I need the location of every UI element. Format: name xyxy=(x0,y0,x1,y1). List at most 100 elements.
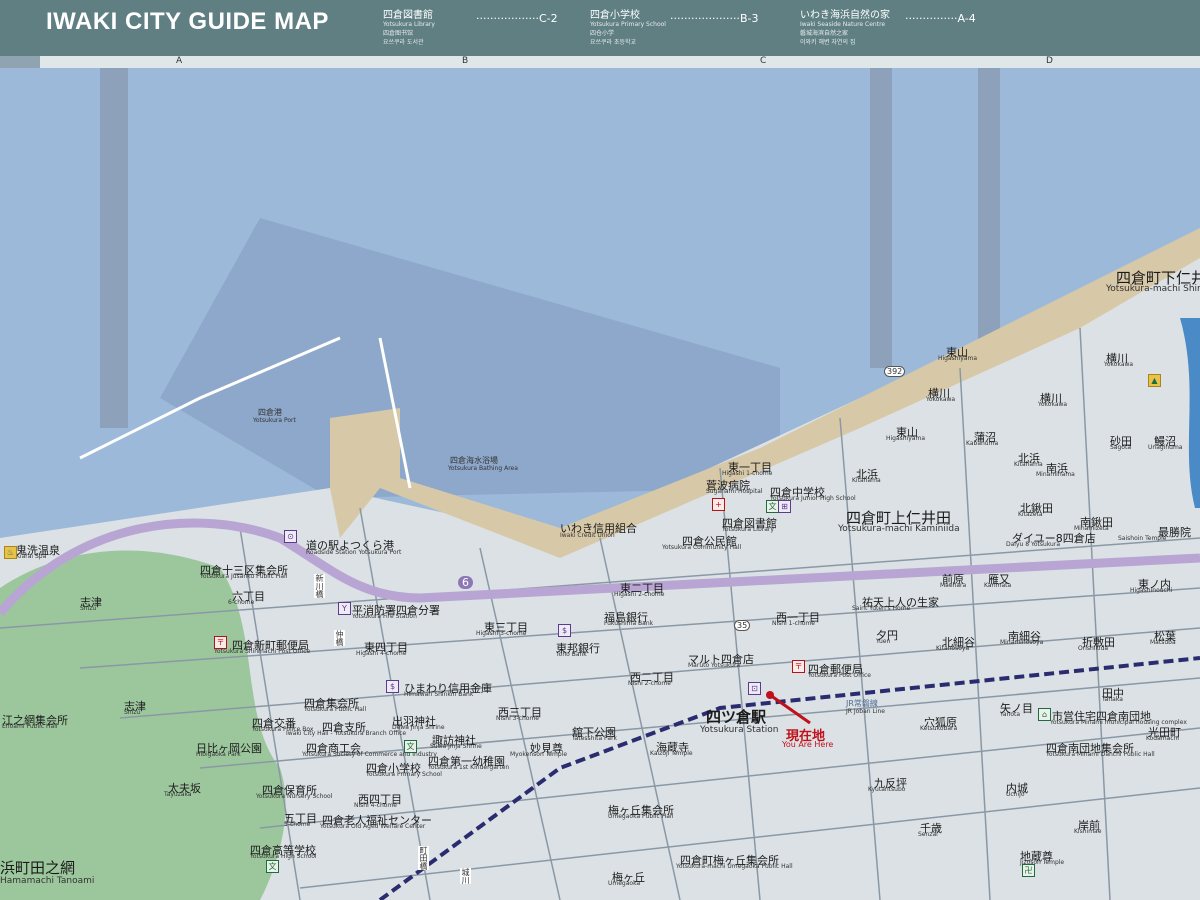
grid-column-b: B xyxy=(462,56,469,66)
tanaka-label-en: Tanaka xyxy=(1102,696,1123,703)
kyutantsubo-label-en: Kyutantsubo xyxy=(868,786,906,793)
kiarai-spa-label-en: Kiarai Spa xyxy=(16,553,47,560)
nishi2-label-en: Nishi 2-chome xyxy=(628,680,671,687)
lodge-icon: ▲ xyxy=(1148,374,1161,387)
fukushima-bank-label-en: Fukushima Bank xyxy=(604,620,654,627)
nursery-label-en: Yotsukura Nursery School xyxy=(256,793,333,800)
housing-icon: ⌂ xyxy=(1038,708,1051,721)
himawari-label-en: Himawari Shinkin Bank xyxy=(404,691,474,698)
daiyu-label-en: Daiyu 8 Yotsukura xyxy=(1006,541,1061,548)
toho-bank-label-en: Toho Bank xyxy=(556,651,587,658)
kishimae-label-en: Kishimae xyxy=(1074,828,1102,835)
umegaoka-label-en: Umegaoka xyxy=(608,880,641,887)
map-area: 6 392 35 四倉港 Yotsukura Port 四倉海水浴場 Yotsu… xyxy=(0,68,1200,900)
route-392-marker: 392 xyxy=(884,366,906,377)
you-are-here-label-en: You Are Here xyxy=(782,740,834,749)
naka-bridge-label: 仲橋 xyxy=(334,630,345,646)
reflection-pole-2 xyxy=(870,68,892,368)
yokokawa-label-en: Yokokawa xyxy=(1104,361,1134,368)
kitahama2-label-en: Kitahama xyxy=(1014,461,1043,468)
bank-icon: $ xyxy=(386,680,399,693)
post-office-main-icon: 〒 xyxy=(792,660,805,673)
enoami-hall-label-en: Enoami Public Hall xyxy=(2,723,58,730)
station-icon: ⊡ xyxy=(748,682,761,695)
kaminiida-label-en: Yotsukura-machi Kaminiida xyxy=(838,524,960,534)
nishi3-label-en: Nishi 3-chome xyxy=(496,715,539,722)
maehara-label-en: Maehara xyxy=(940,582,967,589)
reflection-pole xyxy=(100,68,128,428)
yuen-label-en: Yuen xyxy=(876,638,891,645)
roadside-station-label-en: Roadside Station Yotsukura Port xyxy=(306,549,402,556)
branch-office-label-en: Iwaki City Hall - Yotsukura Branch Offic… xyxy=(286,730,407,737)
map-header: IWAKI CITY GUIDE MAP 四倉図書館 Yotsukura Lib… xyxy=(0,0,1200,56)
elementary-school-icon: 文 xyxy=(404,740,417,753)
spa-icon: ♨ xyxy=(4,546,17,559)
tatesshita-park-label-en: Tatesshita Park xyxy=(572,735,618,742)
beach-label-en: Yotsukura Bathing Area xyxy=(448,465,518,472)
fire-station-icon: Y xyxy=(338,602,351,615)
roadside-station-icon: ⊙ xyxy=(284,530,297,543)
higashiyama-label-en: Higashiyama xyxy=(938,355,978,362)
kodamachi-label-en: Kodamachi xyxy=(1146,735,1180,742)
nishi1-label-en: Nishi 1-chome xyxy=(772,620,815,627)
maruto-label-en: Maruto Yotsukura xyxy=(688,662,741,669)
dewa-shrine-label-en: Dewa Jinja Shrine xyxy=(392,724,445,731)
grid-column-bar: A B C D xyxy=(40,56,1200,68)
station-label: 四ツ倉駅 xyxy=(706,708,767,726)
tayuzaka-label-en: Tayuzaka xyxy=(164,791,192,798)
gochome-label-en: 5-chome xyxy=(284,821,311,828)
welfare-center-label-en: Yotsukura Old Aged Welfare Center xyxy=(320,823,426,830)
yanome-label-en: Yanota xyxy=(1000,711,1021,718)
route-35-marker: 35 xyxy=(734,620,751,631)
umegaoka-hall2-label-en: Yotsukura-machi Umegaoka Public Hall xyxy=(676,863,793,870)
senzai-label-en: Senzai xyxy=(918,831,938,838)
hamamachi-label-en: Hamamachi Tanoami xyxy=(0,876,95,886)
post-shinmachi-label-en: Yotsukura Shinmachi Post Office xyxy=(214,648,311,655)
kitahama-label-en: Kitahama xyxy=(852,477,881,484)
library-icon: ⊞ xyxy=(778,500,791,513)
kaizoji-label-en: Kaizoji Temple xyxy=(650,750,693,757)
community-hall-label-en: Yotsukura Community Hall xyxy=(662,544,742,551)
high-school-icon: 文 xyxy=(266,860,279,873)
elementary-label-en: Yotsukura Primary School xyxy=(366,771,442,778)
orishikida-label-en: Orishikida xyxy=(1078,645,1109,652)
machita-bridge-label: 町田橋 xyxy=(418,846,429,870)
kitazeta-label-en: Kitazeta xyxy=(1018,511,1043,518)
joban-line-label-en: JR Joban Line xyxy=(846,708,885,715)
meeting-hall-label-en: Yotsukura Public Hall xyxy=(304,706,367,713)
iwaki-credit-label-en: Iwaki Credit Union xyxy=(560,532,615,539)
higashiyama2-label-en: Higashiyama xyxy=(886,435,926,442)
suganami-hospital-label-en: Suganami Hospital xyxy=(706,488,763,495)
yokokawa3-label-en: Yokokawa xyxy=(1038,401,1068,408)
legend-entry-library: 四倉図書館 Yotsukura Library 四倉图书馆 요쓰쿠라 도서관 xyxy=(383,10,435,46)
route-6-marker: 6 xyxy=(458,576,473,589)
post-office-label-en: Yotsukura Post Office xyxy=(808,672,871,679)
you-are-here-marker xyxy=(766,691,774,699)
hospital-icon: + xyxy=(712,498,725,511)
map-title: IWAKI CITY GUIDE MAP xyxy=(46,8,329,35)
higashi2-label-en: Higashi 2-chome xyxy=(614,591,665,598)
saishoin-label-en: Saishoin Temple xyxy=(1118,535,1167,542)
kindergarten-label-en: Yotsukura 1st Kindergarten xyxy=(428,764,510,771)
hamamachi-label: 浜町田之網 xyxy=(0,859,76,877)
temple-icon: 卍 xyxy=(1022,864,1035,877)
matsuba-label-en: Matsuba xyxy=(1150,639,1176,646)
jusan-hall-label-en: Yotsukura Jusanku Public Hall xyxy=(200,573,288,580)
post-office-icon: 〒 xyxy=(214,636,227,649)
legend-entry-primary-school: 四倉小学校 Yotsukura Primary School 四仓小学 요쓰쿠라… xyxy=(590,10,666,46)
fire-station-label-en: Yotsukura Fire Station xyxy=(352,613,417,620)
minami-hall-label-en: Yotsukura Minami Danchi Public Hall xyxy=(1046,751,1155,758)
toho-bank-icon: $ xyxy=(558,624,571,637)
unaginuma-label-en: Unaginuma xyxy=(1148,444,1183,451)
umegaoka-hall-label-en: Umegaoka Public Hall xyxy=(608,813,674,820)
yuten-home-label-en: Saint Yuten's Home xyxy=(852,605,911,612)
myoken-label-en: Myokenson Temple xyxy=(510,751,568,758)
reflection-pole-3 xyxy=(978,68,1000,358)
shizu-label-en: Shizu xyxy=(80,605,97,612)
shizu2-label-en: Shizu xyxy=(124,709,141,716)
port-label-en: Yotsukura Port xyxy=(253,417,296,424)
nishi4-label-en: Nishi 4-chome xyxy=(354,802,397,809)
minamihama-label-en: Minamihama xyxy=(1036,471,1075,478)
station-label-en: Yotsukura Station xyxy=(700,725,779,735)
grid-column-a: A xyxy=(176,56,183,66)
